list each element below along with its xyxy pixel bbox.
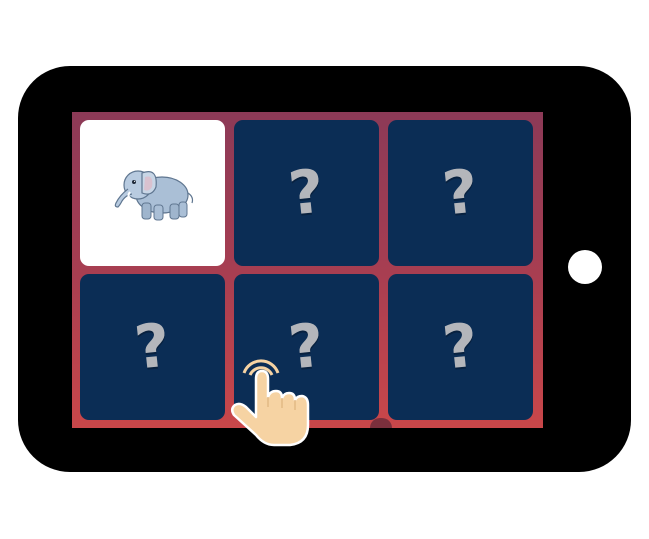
memory-card-1[interactable] <box>80 120 225 266</box>
question-mark-icon: ? <box>439 310 482 384</box>
elephant-icon <box>108 161 198 225</box>
memory-card-4[interactable]: ? <box>80 274 225 420</box>
question-mark-icon: ? <box>131 310 174 384</box>
question-mark-icon: ? <box>439 156 482 230</box>
home-button[interactable] <box>568 250 602 284</box>
memory-card-2[interactable]: ? <box>234 120 379 266</box>
memory-card-6[interactable]: ? <box>388 274 533 420</box>
memory-card-3[interactable]: ? <box>388 120 533 266</box>
board-tab <box>370 418 392 428</box>
game-stage: ? ? ? ? ? <box>0 0 649 539</box>
question-mark-icon: ? <box>285 156 328 230</box>
tap-hand-icon <box>222 345 322 450</box>
